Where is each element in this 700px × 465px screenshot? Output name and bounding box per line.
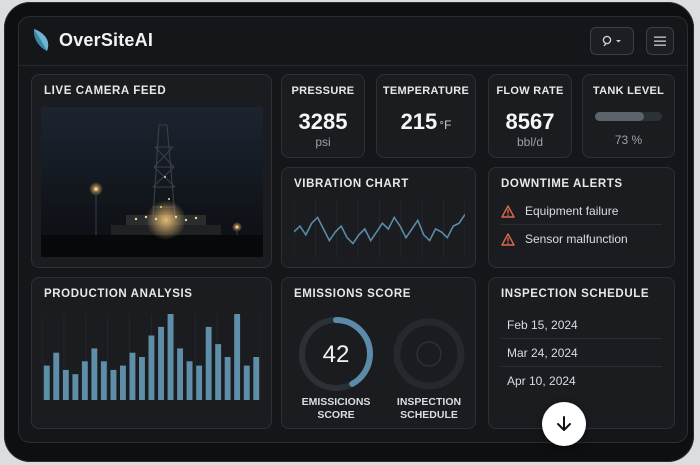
emissions-gauge: 42 xyxy=(299,317,373,391)
production-bar xyxy=(224,357,231,400)
production-bar xyxy=(158,326,164,400)
pressure-unit: psi xyxy=(315,135,331,149)
vibration-card: VIBRATION CHART xyxy=(281,167,476,268)
production-bar xyxy=(91,348,98,400)
user-menu-button[interactable] xyxy=(590,27,634,55)
schedule-date[interactable]: Apr 10, 2024 xyxy=(507,374,576,388)
divider xyxy=(501,338,662,339)
divider xyxy=(501,366,662,367)
production-bar xyxy=(234,314,241,400)
tank-level-card: TANK LEVEL 73 % xyxy=(582,74,675,158)
top-bar: OverSiteAI xyxy=(19,17,687,66)
logo-icon xyxy=(33,29,49,51)
temperature-card: TEMPERATURE 215 °F xyxy=(376,74,476,158)
pressure-value: 3285 xyxy=(298,109,348,134)
schedule-date[interactable]: Mar 24, 2024 xyxy=(507,346,578,360)
production-bar xyxy=(148,335,155,400)
production-bar xyxy=(53,352,60,400)
production-bar xyxy=(215,344,222,400)
production-bar xyxy=(110,369,117,400)
inspection-gauge xyxy=(393,318,465,390)
production-bar xyxy=(139,357,145,400)
hamburger-menu-icon xyxy=(654,36,666,46)
warning-icon xyxy=(501,204,515,218)
arrow-down-icon xyxy=(557,416,571,431)
tank-level-label: TANK LEVEL xyxy=(592,85,665,97)
production-bar xyxy=(196,365,203,400)
alert-text: Equipment failure xyxy=(525,204,619,218)
flow-rate-card: FLOW RATE 8567 bbl/d xyxy=(488,74,572,158)
pressure-card: PRESSURE 3285 psi xyxy=(281,74,365,158)
production-bar xyxy=(81,361,88,400)
vibration-title: VIBRATION CHART xyxy=(294,178,409,190)
inspection-title: INSPECTION SCHEDULE xyxy=(501,288,650,300)
production-bar xyxy=(167,314,174,400)
app-name: OverSiteAI xyxy=(59,30,154,50)
production-bar xyxy=(62,369,69,400)
alert-text: Sensor malfunction xyxy=(525,232,628,246)
alert-row[interactable]: Equipment failure xyxy=(501,198,662,225)
production-bar xyxy=(100,361,107,400)
temperature-label: TEMPERATURE xyxy=(382,85,470,97)
temperature-value: 215 xyxy=(400,109,438,134)
camera-title: LIVE CAMERA FEED xyxy=(44,85,167,97)
flow-rate-value: 8567 xyxy=(505,109,555,134)
tank-level-bar xyxy=(595,112,662,121)
production-bar xyxy=(43,365,50,400)
emissions-score-value: 42 xyxy=(323,341,350,368)
pressure-label: PRESSURE xyxy=(291,85,355,97)
production-bar xyxy=(243,365,250,400)
tablet-frame: OverSiteAI LIVE CAMERA FEED PRESSURE 328… xyxy=(4,2,694,462)
vibration-chart xyxy=(294,200,465,258)
schedule-date[interactable]: Feb 15, 2024 xyxy=(507,318,578,332)
warning-icon xyxy=(501,232,515,246)
downtime-card: DOWNTIME ALERTS Equipment failure Sensor… xyxy=(488,167,675,268)
production-bar xyxy=(120,365,126,400)
production-bar xyxy=(72,374,79,400)
emissions-title: EMISSIONS SCORE xyxy=(294,288,411,300)
inspection-gauge-label: INSPECTION SCHEDULE xyxy=(396,396,462,421)
production-bar xyxy=(253,357,260,400)
scroll-down-button[interactable] xyxy=(542,402,586,446)
flow-rate-unit: bbl/d xyxy=(516,135,544,149)
emissions-card: EMISSIONS SCORE 42 EMISSICIONS SCORE INS… xyxy=(281,277,476,429)
temperature-unit: °F xyxy=(439,118,452,132)
production-bar xyxy=(129,352,136,400)
production-bar xyxy=(177,348,183,400)
camera-card: LIVE CAMERA FEED xyxy=(31,74,272,268)
flow-rate-label: FLOW RATE xyxy=(496,85,564,97)
dashboard-screen: OverSiteAI LIVE CAMERA FEED PRESSURE 328… xyxy=(18,16,688,446)
tank-level-fill xyxy=(595,112,644,121)
inspection-card: INSPECTION SCHEDULE Feb 15, 2024 Mar 24,… xyxy=(488,277,675,429)
user-icon xyxy=(602,35,621,47)
production-bar xyxy=(186,361,193,400)
production-card: PRODUCTION ANALYSIS xyxy=(31,277,272,429)
production-title: PRODUCTION ANALYSIS xyxy=(44,288,193,300)
menu-button[interactable] xyxy=(646,27,674,55)
production-bar xyxy=(205,326,212,400)
emissions-gauge-label: EMISSICIONS SCORE xyxy=(301,396,371,421)
downtime-title: DOWNTIME ALERTS xyxy=(501,178,623,190)
tank-level-text: 73 % xyxy=(614,133,643,147)
production-bar-chart xyxy=(42,314,261,400)
alert-row[interactable]: Sensor malfunction xyxy=(501,226,662,252)
camera-feed-image[interactable] xyxy=(41,107,263,257)
